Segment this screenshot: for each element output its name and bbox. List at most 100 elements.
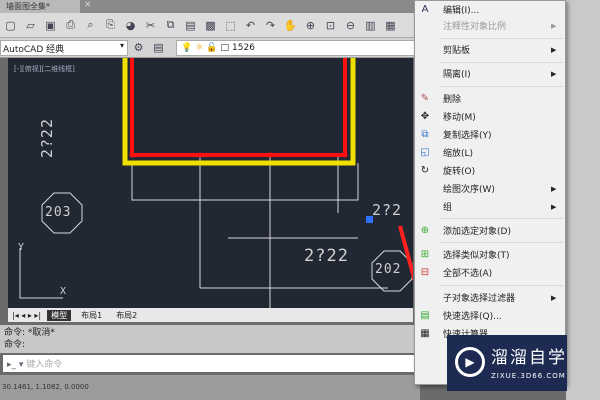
watermark: ▶ 溜溜自学 ZIXUE.3D66.COM — [447, 335, 567, 391]
lightbulb-icon: 💡 — [181, 43, 193, 53]
menu-item-group[interactable]: 组 ▶ — [415, 198, 565, 215]
menu-item-isolate[interactable]: 隔离(I) ▶ — [415, 65, 565, 82]
menu-item-edit[interactable]: A 编辑(I)... — [415, 1, 565, 18]
zoom-realtime-icon[interactable]: ⊕ — [302, 17, 319, 34]
watermark-title: 溜溜自学 — [491, 348, 567, 368]
save-icon[interactable]: ▣ — [42, 17, 59, 34]
coordinates: 30.1461, 1.1082, 0.0000 — [2, 383, 89, 391]
menu-label: 剪贴板 — [443, 46, 471, 56]
menu-label: 移动(M) — [443, 113, 476, 123]
command-line: 命令: — [4, 340, 26, 350]
tab-layout2[interactable]: 布局2 — [112, 310, 141, 321]
menu-label: 注释性对象比例 — [443, 22, 507, 32]
menu-label: 快速选择(Q)... — [443, 312, 502, 322]
menu-label: 缩放(L) — [443, 149, 474, 159]
menu-label: 绘图次序(W) — [443, 185, 495, 195]
close-tab-icon[interactable]: × — [84, 0, 92, 10]
submenu-arrow-icon: ▶ — [551, 184, 557, 193]
menu-label: 旋转(O) — [443, 167, 476, 177]
dim-label: 2?2 — [372, 201, 403, 219]
print-icon[interactable]: ⎙ — [62, 17, 79, 34]
eraser-icon: ✎ — [420, 93, 430, 104]
layout-tabs: |◂ ◂ ▸ ▸| 模型 布局1 布局2 — [8, 308, 413, 322]
open-icon[interactable]: ▱ — [22, 17, 39, 34]
command-input[interactable]: ▸_ ▾ 键入命令 — [3, 355, 420, 372]
command-line: 命令: *取消* — [4, 328, 55, 338]
tag-label: 202 — [375, 262, 402, 277]
preview-icon[interactable]: ⌕ — [82, 17, 99, 34]
tab-layout1[interactable]: 布局1 — [77, 310, 106, 321]
menu-item-move[interactable]: ✥ 移动(M) — [415, 108, 565, 125]
color-swatch-icon: □ — [220, 43, 230, 53]
match-properties-icon[interactable]: ▩ — [202, 17, 219, 34]
menu-item-annotative-scale[interactable]: 注释性对象比例 ▶ — [415, 17, 565, 34]
cut-icon[interactable]: ✂ — [142, 17, 159, 34]
copy-icon: ⧉ — [421, 129, 429, 140]
menu-item-select-similar[interactable]: ⊞ 选择类似对象(T) — [415, 246, 565, 263]
scale-icon: ◱ — [420, 147, 430, 158]
white-lines — [131, 156, 388, 308]
deselect-icon: ⊟ — [420, 267, 430, 278]
red-arrow — [398, 225, 413, 282]
redo-icon[interactable]: ↷ — [262, 17, 279, 34]
submenu-arrow-icon: ▶ — [551, 45, 557, 54]
drawing-canvas[interactable]: [-][俯视][二维线框] 2?22 203 2?2 2?22 202 Y X — [8, 58, 413, 308]
new-icon[interactable]: ▢ — [2, 17, 19, 34]
menu-item-scale[interactable]: ◱ 缩放(L) — [415, 144, 565, 161]
menu-label: 组 — [443, 203, 453, 213]
quick-select-icon: ▤ — [420, 310, 430, 321]
properties-icon[interactable]: ▥ — [362, 17, 379, 34]
design-center-icon[interactable]: ▦ — [382, 17, 399, 34]
zoom-previous-icon[interactable]: ⊖ — [342, 17, 359, 34]
menu-label: 添加选定对象(D) — [443, 227, 511, 237]
menu-item-rotate[interactable]: ↻ 旋转(O) — [415, 162, 565, 179]
menu-item-clipboard[interactable]: 剪贴板 ▶ — [415, 41, 565, 58]
calculator-icon: ▦ — [420, 328, 430, 339]
command-prompt-icon: ▸_ ▾ — [7, 360, 24, 370]
copy-icon[interactable]: ⧉ — [162, 17, 179, 34]
workspace-select[interactable]: AutoCAD 经典 — [0, 40, 128, 56]
pan-icon[interactable]: ✋ — [282, 17, 299, 34]
chevron-down-icon[interactable]: ▾ — [120, 41, 124, 50]
ucs-icon — [19, 248, 63, 299]
workspace-settings-icon[interactable]: ▤ — [150, 39, 167, 56]
submenu-arrow-icon: ▶ — [551, 69, 557, 78]
tab-nav-icon[interactable]: |◂ ◂ ▸ ▸| — [12, 311, 41, 320]
move-icon: ✥ — [420, 111, 430, 122]
dim-label: 2?22 — [304, 246, 349, 266]
layer-select[interactable]: 💡 ☼ 🔓 □ 1526 — [176, 40, 416, 56]
submenu-arrow-icon: ▶ — [551, 21, 557, 30]
text-edit-icon: A — [421, 4, 429, 15]
menu-label: 选择类似对象(T) — [443, 251, 510, 261]
document-tab[interactable]: 墙面图全集* — [0, 0, 80, 13]
yellow-wall — [122, 58, 356, 166]
block-icon[interactable]: ⬚ — [222, 17, 239, 34]
zoom-window-icon[interactable]: ⊡ — [322, 17, 339, 34]
status-bar: 30.1461, 1.1082, 0.0000 — [0, 375, 420, 400]
modify-toolbar — [566, 0, 600, 400]
menu-label: 隔离(I) — [443, 70, 471, 80]
layer-name: 1526 — [232, 43, 255, 53]
render-icon[interactable]: ◕ — [122, 17, 139, 34]
submenu-arrow-icon: ▶ — [551, 202, 557, 211]
command-history: 命令: *取消* 命令: — [0, 325, 420, 353]
red-wall — [130, 58, 347, 157]
menu-label: 子对象选择过滤器 — [443, 294, 516, 304]
drawing-geometry — [19, 58, 413, 308]
menu-item-copy[interactable]: ⧉ 复制选择(Y) — [415, 126, 565, 143]
menu-item-subobject-filter[interactable]: 子对象选择过滤器 ▶ — [415, 289, 565, 306]
menu-item-draw-order[interactable]: 绘图次序(W) ▶ — [415, 180, 565, 197]
tab-model[interactable]: 模型 — [47, 309, 72, 321]
menu-item-erase[interactable]: ✎ 删除 — [415, 90, 565, 107]
tag-label: 203 — [45, 205, 72, 220]
publish-icon[interactable]: ⎘ — [102, 17, 119, 34]
menu-item-add-selected[interactable]: ⊕ 添加选定对象(D) — [415, 222, 565, 239]
menu-item-quick-select[interactable]: ▤ 快速选择(Q)... — [415, 307, 565, 324]
paste-icon[interactable]: ▤ — [182, 17, 199, 34]
ucs-y-label: Y — [18, 242, 26, 253]
menu-label: 删除 — [443, 95, 462, 105]
undo-icon[interactable]: ↶ — [242, 17, 259, 34]
menu-item-deselect-all[interactable]: ⊟ 全部不选(A) — [415, 264, 565, 281]
dim-label: 2?22 — [38, 118, 56, 159]
gear-icon[interactable]: ⚙ — [130, 39, 147, 56]
